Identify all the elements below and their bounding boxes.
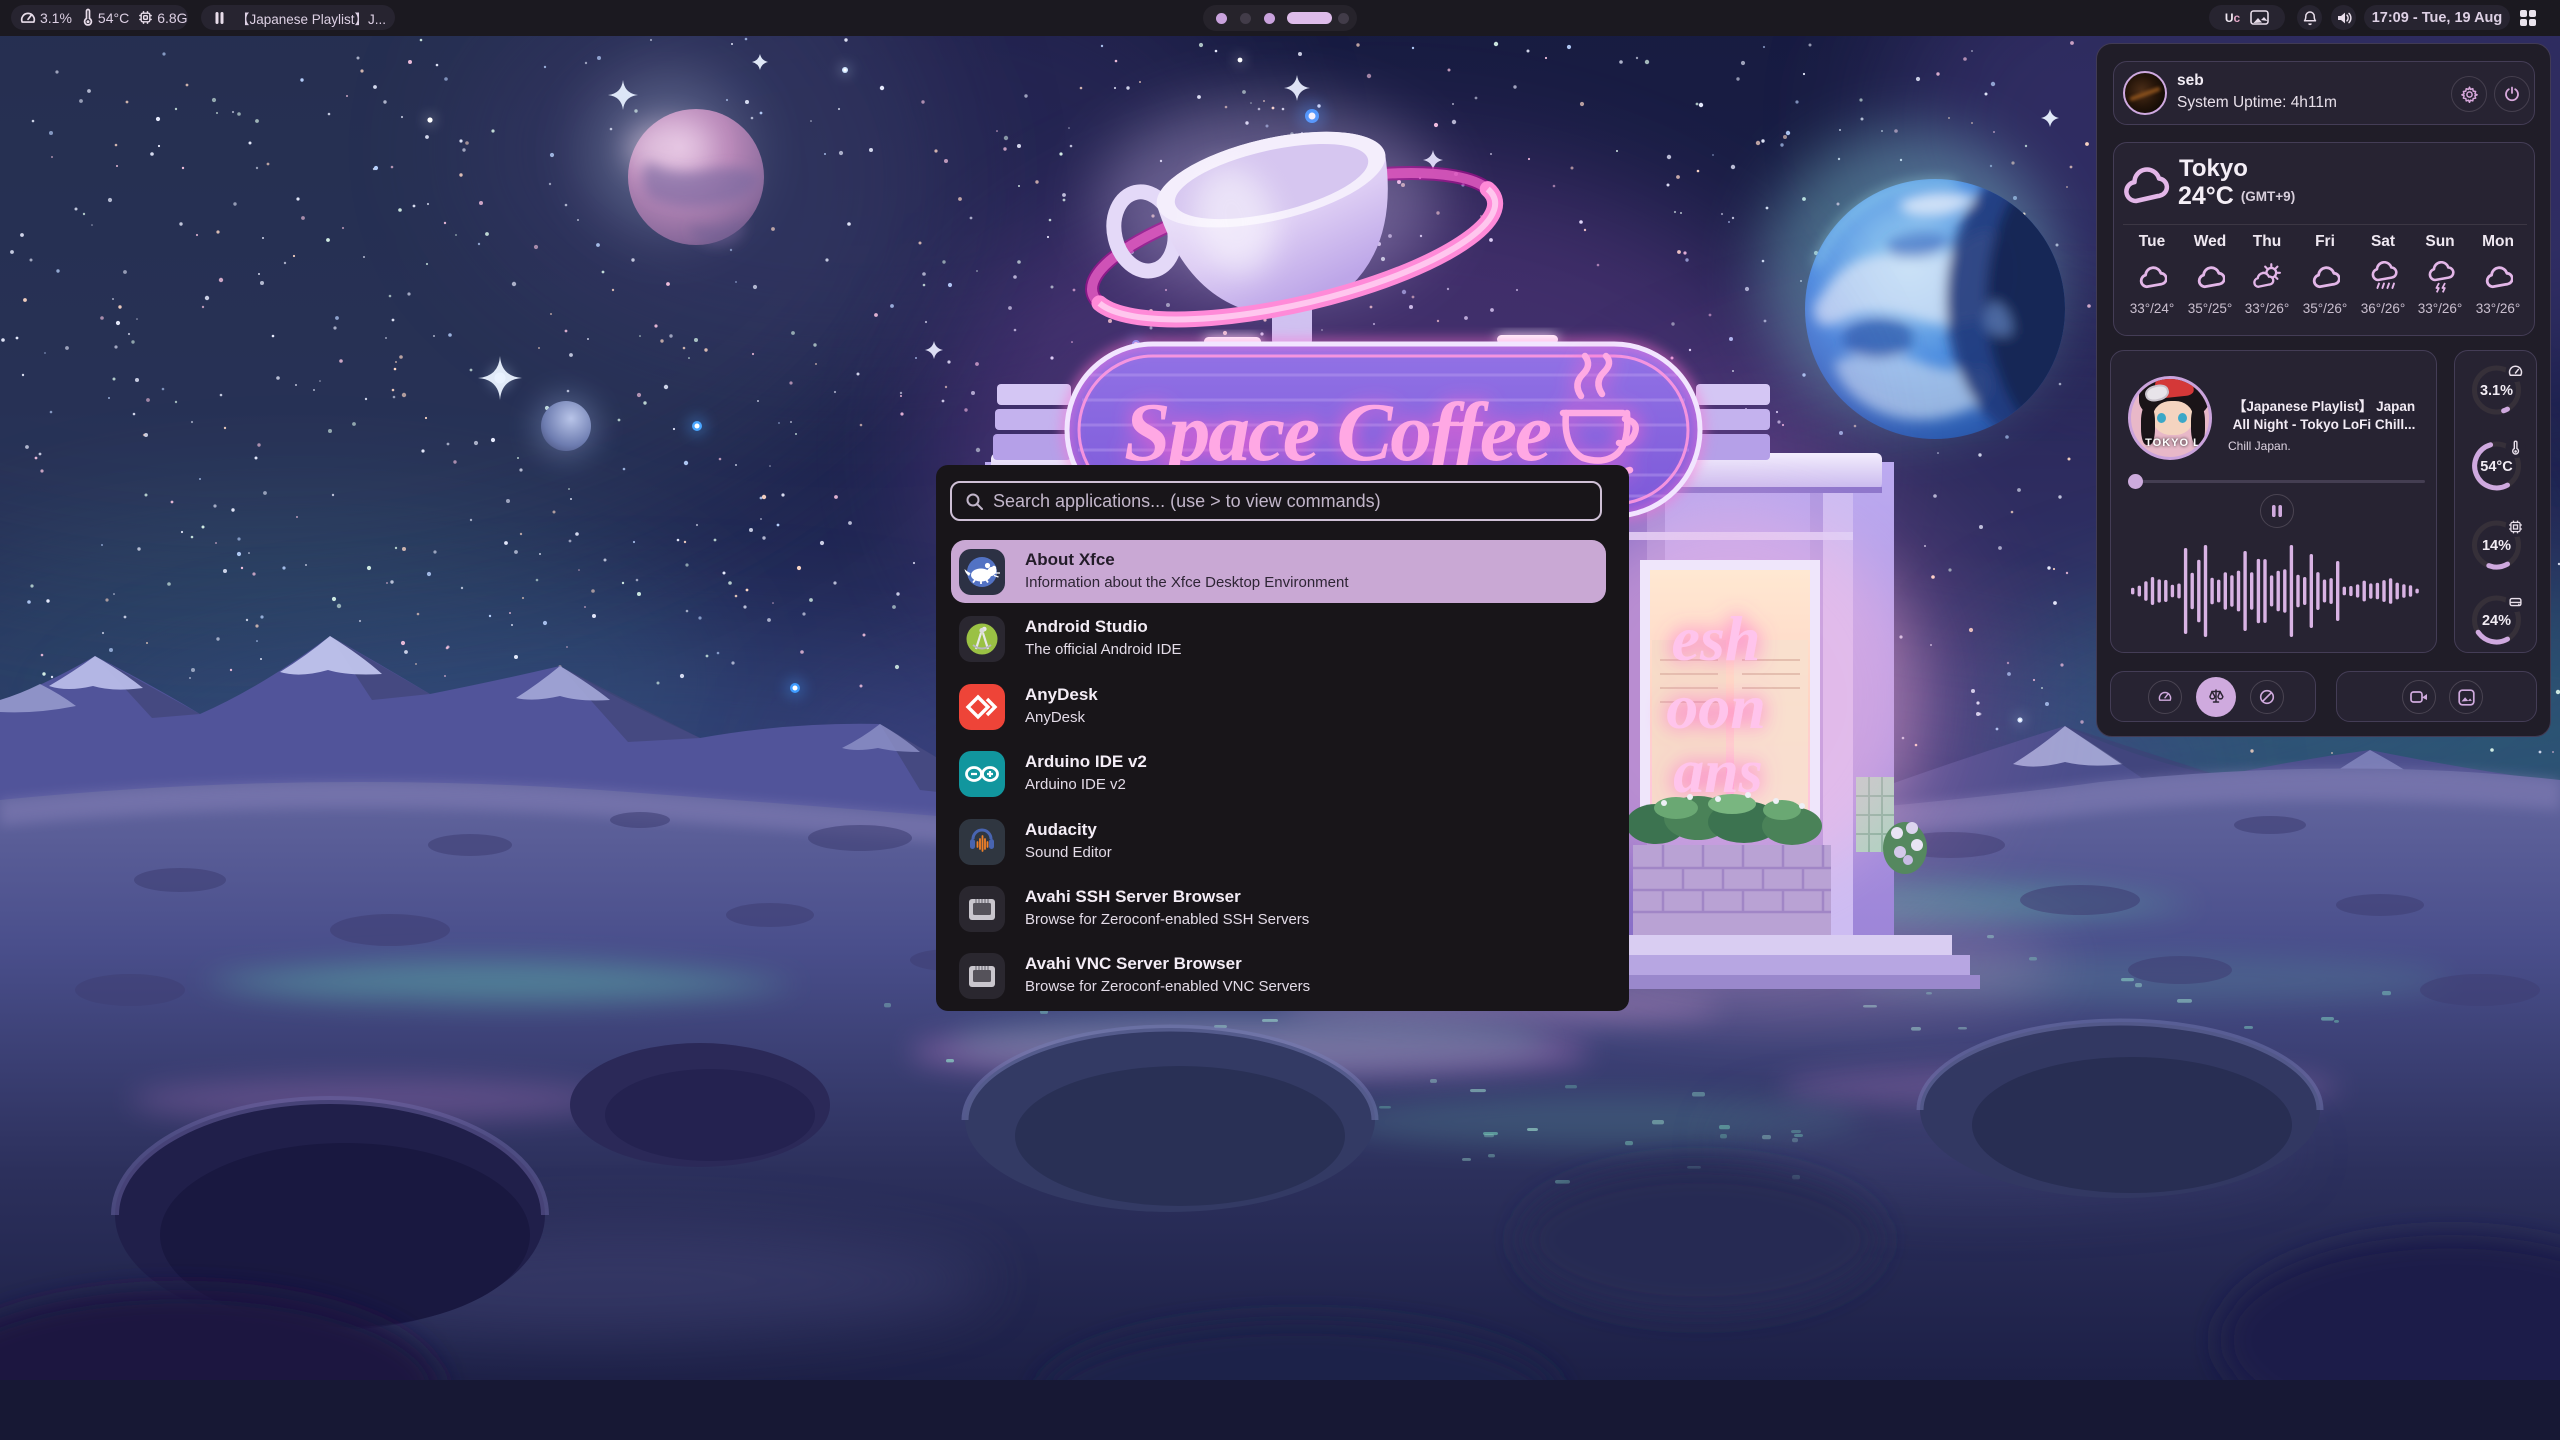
svg-text:esh: esh xyxy=(1672,603,1761,674)
svg-text:14%: 14% xyxy=(2482,538,2511,554)
svg-text:24%: 24% xyxy=(2482,613,2511,629)
svg-text:oon: oon xyxy=(1666,671,1766,742)
svg-text:54°C: 54°C xyxy=(2480,459,2513,475)
svg-text:3.1%: 3.1% xyxy=(2480,383,2513,399)
